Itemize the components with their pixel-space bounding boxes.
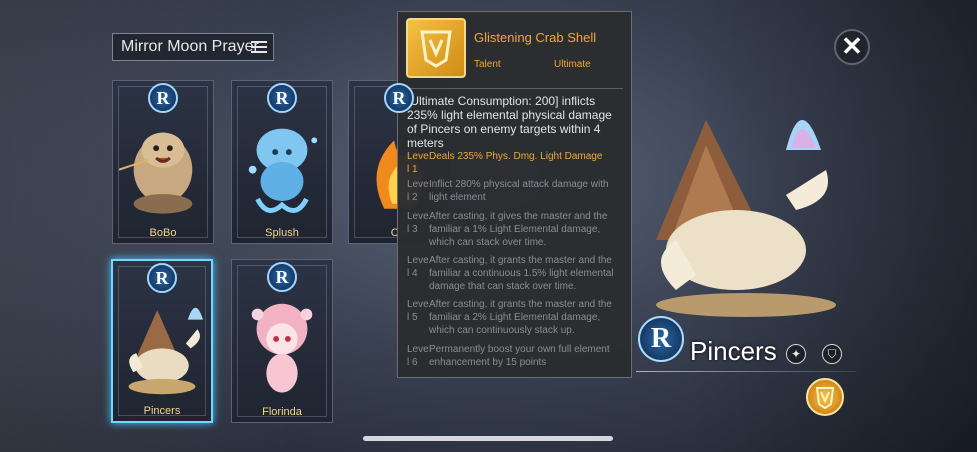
pet-card-splush[interactable]: R Splush [231, 80, 333, 244]
pet-name: Pincers [690, 336, 777, 366]
skill-level-5: Leve l 5 After casting, it grants the mas… [407, 299, 612, 336]
florinda-portrait [251, 303, 313, 393]
divider [636, 371, 856, 372]
skill-name: Glistening Crab Shell [474, 30, 597, 45]
skill-tooltip: Glistening Crab Shell Talent Ultimate [U… [397, 11, 632, 378]
menu-icon[interactable] [251, 41, 267, 53]
skill-type: Talent [474, 59, 501, 70]
bobo-portrait [119, 132, 193, 214]
page-title: Mirror Moon Prayer [121, 38, 259, 55]
pet-card-name: BoBo [149, 227, 177, 239]
crab-shell-skill-icon [406, 18, 466, 78]
home-indicator[interactable] [363, 436, 613, 441]
pincers-large-portrait [656, 120, 836, 317]
rank-badge: R [147, 263, 177, 293]
close-button[interactable]: ✕ [834, 29, 870, 65]
page-title-box[interactable]: Mirror Moon Prayer [112, 33, 274, 61]
skill-button[interactable] [806, 378, 844, 416]
skill-description: [Ultimate Consumption: 200] inflicts 235… [407, 94, 612, 150]
pet-card-pincers[interactable]: R Pincers [111, 259, 213, 423]
rank-badge: R [384, 83, 414, 113]
pet-card-name: Florinda [262, 406, 302, 418]
skill-subtype: Ultimate [554, 59, 591, 70]
pet-rank-badge: R [638, 316, 684, 362]
rank-badge: R [267, 262, 297, 292]
skill-level-4: Leve l 4 After casting, it grants the mas… [407, 255, 614, 292]
skill-level-1: Leve l 1 Deals 235% Phys. Dmg. Light Dama… [407, 151, 603, 175]
splush-portrait [248, 128, 318, 213]
pet-card-bobo[interactable]: R BoBo [112, 80, 214, 244]
element-icon[interactable]: ✦ [786, 344, 806, 364]
skill-level-3: Leve l 3 After casting, it gives the mast… [407, 211, 608, 248]
pet-card-name: Pincers [143, 405, 181, 417]
pet-card-name: Splush [265, 227, 299, 239]
rank-badge: R [267, 83, 297, 113]
pincers-portrait [128, 307, 204, 395]
skill-level-6: Leve l 6 Permanently boost your own full … [407, 344, 610, 368]
shield-icon[interactable]: ⛉ [822, 344, 842, 364]
rank-badge: R [148, 83, 178, 113]
pet-card-florinda[interactable]: R Florinda [231, 259, 333, 423]
skill-level-2: Leve l 2 Inflict 280% physical attack dam… [407, 179, 609, 203]
